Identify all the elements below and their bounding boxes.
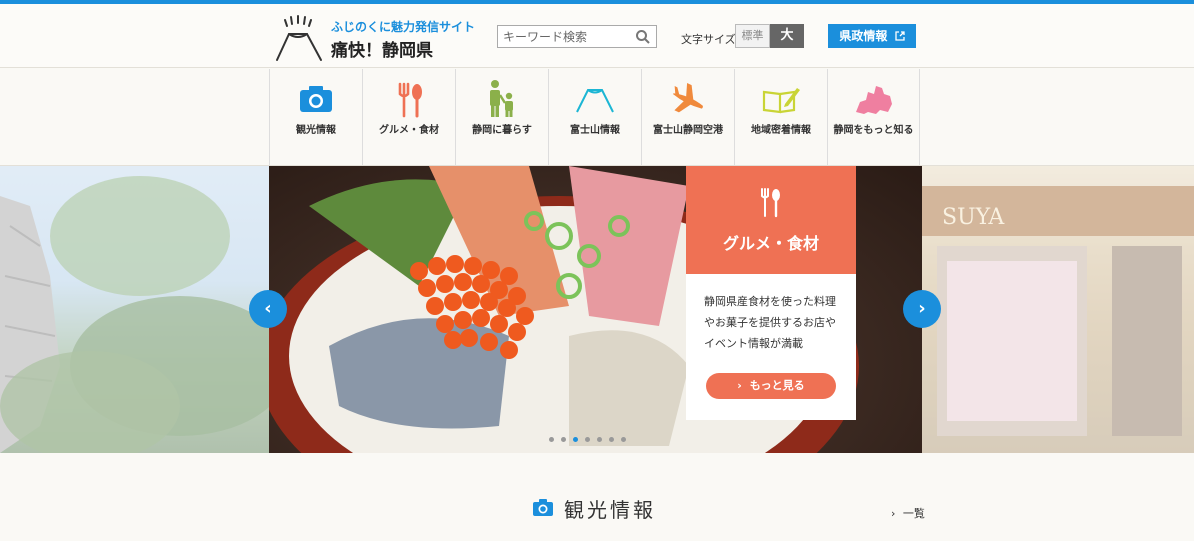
nav-label: 富士山静岡空港	[653, 125, 723, 136]
nav-label: グルメ・食材	[379, 125, 439, 136]
slider-dot[interactable]	[609, 437, 614, 442]
search-box	[497, 25, 657, 48]
nav-item-sightseeing[interactable]: 観光情報	[269, 69, 362, 165]
view-all-link[interactable]: › 一覧	[891, 505, 925, 521]
slide-description: 静岡県産食材を使った料理やお菓子を提供するお店やイベント情報が満載	[704, 295, 836, 350]
prefecture-info-label: 県政情報	[839, 29, 888, 43]
chevron-right-icon: ›	[891, 507, 896, 520]
dim-overlay	[0, 166, 269, 453]
search-input[interactable]	[498, 26, 628, 48]
nav-item-mount-fuji[interactable]: 富士山情報	[548, 69, 641, 165]
site-logo[interactable]: ふじのくに魅力発信サイト 痛快！静岡県	[275, 14, 475, 62]
nav-item-local[interactable]: 地域密着情報	[734, 69, 827, 165]
nav-label: 静岡に暮らす	[472, 125, 532, 136]
slider-dot[interactable]	[549, 437, 554, 442]
slider-dot[interactable]	[561, 437, 566, 442]
mount-fuji-icon	[576, 89, 614, 113]
nav-item-gourmet[interactable]: グルメ・食材	[362, 69, 455, 165]
font-size-standard-button[interactable]: 標準	[735, 24, 770, 48]
logo-title: 痛快！静岡県	[331, 41, 433, 61]
dim-overlay	[922, 166, 1194, 453]
see-more-button[interactable]: › もっと見る	[706, 373, 836, 399]
see-more-label: もっと見る	[749, 379, 805, 392]
slider-dot[interactable]	[585, 437, 590, 442]
camera-icon	[300, 86, 332, 112]
search-icon[interactable]	[635, 29, 651, 45]
fork-knife-icon	[761, 188, 780, 218]
camera-icon	[533, 499, 553, 516]
slide-info-card: グルメ・食材 静岡県産食材を使った料理やお菓子を提供するお店やイベント情報が満載…	[686, 166, 856, 420]
book-pencil-icon	[762, 88, 800, 114]
view-all-label: 一覧	[902, 507, 925, 520]
nav-item-living[interactable]: 静岡に暮らす	[455, 69, 548, 165]
slider-dot-active[interactable]	[573, 437, 578, 442]
chevron-right-icon: ›	[918, 298, 926, 319]
external-link-icon	[894, 31, 905, 41]
prefecture-info-button[interactable]: 県政情報	[828, 24, 916, 48]
site-header: ふじのくに魅力発信サイト 痛快！静岡県 文字サイズ 標準 大 県政情報	[0, 4, 1194, 68]
slider-next-button[interactable]: ›	[903, 290, 941, 328]
main-navigation: 観光情報 グルメ・食材 静岡に暮らす 富士山情報 富士山静岡空港 地域密着情報 …	[0, 69, 1194, 166]
nav-label: 静岡をもっと知る	[833, 125, 914, 136]
airplane-icon	[673, 83, 703, 113]
nav-label: 富士山情報	[570, 125, 620, 136]
previous-slide-preview[interactable]	[0, 166, 269, 453]
font-size-large-button[interactable]: 大	[770, 24, 804, 48]
nav-item-airport[interactable]: 富士山静岡空港	[641, 69, 734, 165]
chevron-left-icon: ‹	[264, 298, 272, 319]
logo-subtitle: ふじのくに魅力発信サイト	[331, 20, 476, 34]
slider-prev-button[interactable]: ‹	[249, 290, 287, 328]
nav-label: 観光情報	[296, 125, 336, 136]
section-title: 観光情報	[564, 498, 656, 522]
slide-title: グルメ・食材	[722, 234, 819, 253]
slide-card-header: グルメ・食材	[686, 166, 856, 274]
font-size-label: 文字サイズ	[681, 33, 736, 46]
hero-slider: SUYA	[0, 166, 1194, 453]
next-slide-preview[interactable]: SUYA	[922, 166, 1194, 453]
chevron-right-icon: ›	[737, 379, 742, 392]
mount-fuji-logo-icon	[276, 15, 322, 61]
slider-dot[interactable]	[621, 437, 626, 442]
shizuoka-map-icon	[856, 86, 892, 114]
family-icon	[490, 80, 513, 117]
slider-dot[interactable]	[597, 437, 602, 442]
nav-label: 地域密着情報	[751, 125, 811, 136]
nav-item-about-shizuoka[interactable]: 静岡をもっと知る	[827, 69, 920, 165]
fork-knife-icon	[398, 82, 422, 118]
